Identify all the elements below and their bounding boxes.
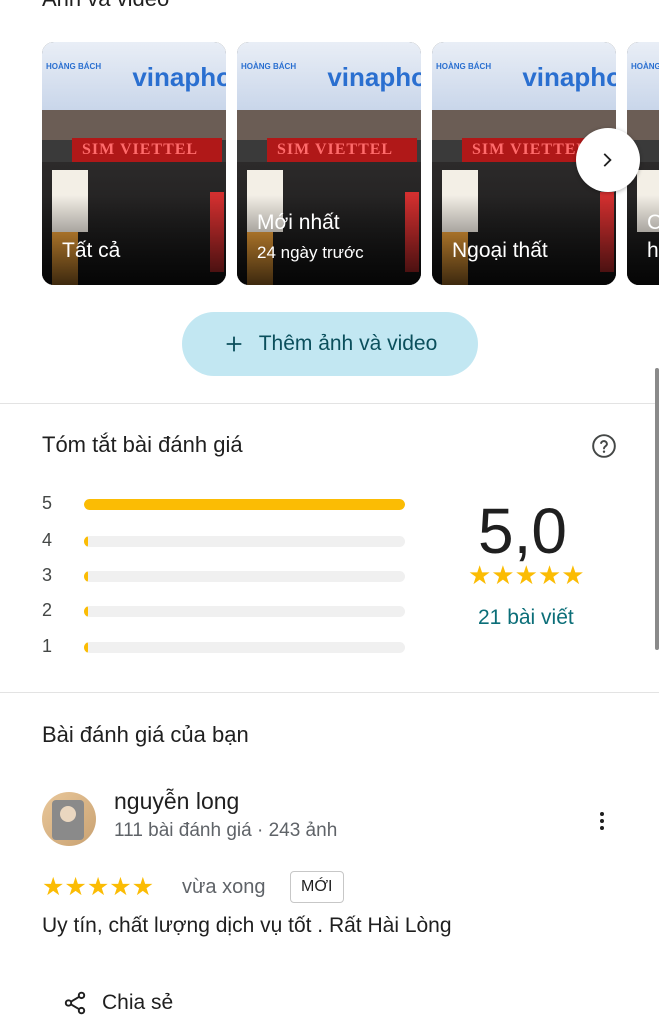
photo-caption: Tất cả — [62, 239, 121, 262]
review-stars: ★★★★★ — [42, 873, 155, 901]
store-name-sign: HOÀNG BÁCH — [631, 62, 659, 71]
rating-bar-track — [84, 536, 405, 547]
rating-bar-row: 2 — [42, 600, 412, 622]
rating-bar-track — [84, 571, 405, 582]
store-name-sign: HOÀNG BÁCH — [241, 62, 297, 71]
photo-tile-newest[interactable]: HOÀNG BÁCH vinapho SIM VIETTEL Mới nhất 2… — [237, 42, 421, 285]
rating-bar-label: 5 — [42, 493, 53, 513]
review-time: vừa xong — [182, 876, 266, 898]
rating-bar-fill — [84, 642, 88, 653]
photo-carousel: HOÀNG BÁCH vinapho SIM VIETTEL Tất cả HOÀ… — [0, 42, 659, 286]
rating-bar-label: 2 — [42, 600, 53, 620]
photo-tile-all[interactable]: HOÀNG BÁCH vinapho SIM VIETTEL Tất cả — [42, 42, 226, 285]
rating-bar-track — [84, 499, 405, 510]
rating-bar-row: 5 — [42, 493, 412, 515]
photo-caption: Mới nhất — [257, 211, 340, 234]
rating-bar-row: 4 — [42, 530, 412, 552]
rating-bar-track — [84, 642, 405, 653]
store-name-sign: HOÀNG BÁCH — [436, 62, 492, 71]
plus-icon — [226, 336, 242, 352]
rating-bar-label: 4 — [42, 530, 53, 550]
rating-bar-track — [84, 606, 405, 617]
carousel-next-button[interactable] — [576, 128, 640, 192]
rating-bar-fill — [84, 571, 88, 582]
average-rating: 5,0 — [478, 495, 567, 567]
banner-sign: SIM VIETTEL — [472, 141, 589, 158]
reviewer-meta: 111 bài đánh giá · 243 ảnh — [114, 820, 338, 841]
scrollbar[interactable] — [655, 368, 659, 650]
rating-bar-fill — [84, 606, 88, 617]
photo-caption: Ngoại thất — [452, 239, 548, 262]
rating-bar-label: 3 — [42, 565, 53, 585]
chevron-right-icon — [603, 153, 612, 167]
rating-bar-fill — [84, 536, 88, 547]
share-button[interactable]: Chia sẻ — [62, 990, 173, 1016]
section-divider — [0, 403, 659, 404]
rating-bar-label: 1 — [42, 636, 53, 656]
review-summary-title: Tóm tắt bài đánh giá — [42, 432, 243, 457]
help-icon[interactable] — [591, 433, 617, 459]
banner-sign: SIM VIETTEL — [277, 141, 394, 158]
rating-bar-row: 1 — [42, 636, 412, 658]
share-label: Chia sẻ — [102, 991, 174, 1014]
review-count-link[interactable]: 21 bài viết — [478, 606, 574, 630]
your-review-title: Bài đánh giá của bạn — [42, 722, 249, 747]
photos-section-title: Ảnh và video — [42, 0, 169, 12]
review-text: Uy tín, chất lượng dịch vụ tốt . Rất Hài… — [42, 914, 452, 937]
rating-bar-row: 3 — [42, 565, 412, 587]
brand-sign: vinapho — [522, 62, 616, 92]
photo-subcaption: 24 ngày trước — [257, 243, 364, 262]
banner-sign: SIM VIETTEL — [82, 141, 199, 158]
reviewer-name[interactable]: nguyễn long — [114, 788, 239, 815]
average-rating-stars: ★★★★★ — [468, 560, 585, 590]
new-badge: MỚI — [290, 871, 344, 903]
brand-sign: vinapho — [327, 62, 421, 92]
avatar[interactable] — [42, 792, 96, 846]
photo-caption: C — [647, 211, 659, 234]
store-name-sign: HOÀNG BÁCH — [46, 62, 102, 71]
add-photos-label: Thêm ảnh và video — [258, 332, 438, 355]
more-options-icon[interactable] — [590, 808, 614, 834]
section-divider — [0, 692, 659, 693]
rating-bar-fill — [84, 499, 405, 510]
add-photos-videos-button[interactable]: Thêm ảnh và video — [182, 312, 478, 376]
photo-subcaption: h — [647, 239, 659, 262]
share-icon — [64, 991, 86, 1015]
brand-sign: vinapho — [132, 62, 226, 92]
